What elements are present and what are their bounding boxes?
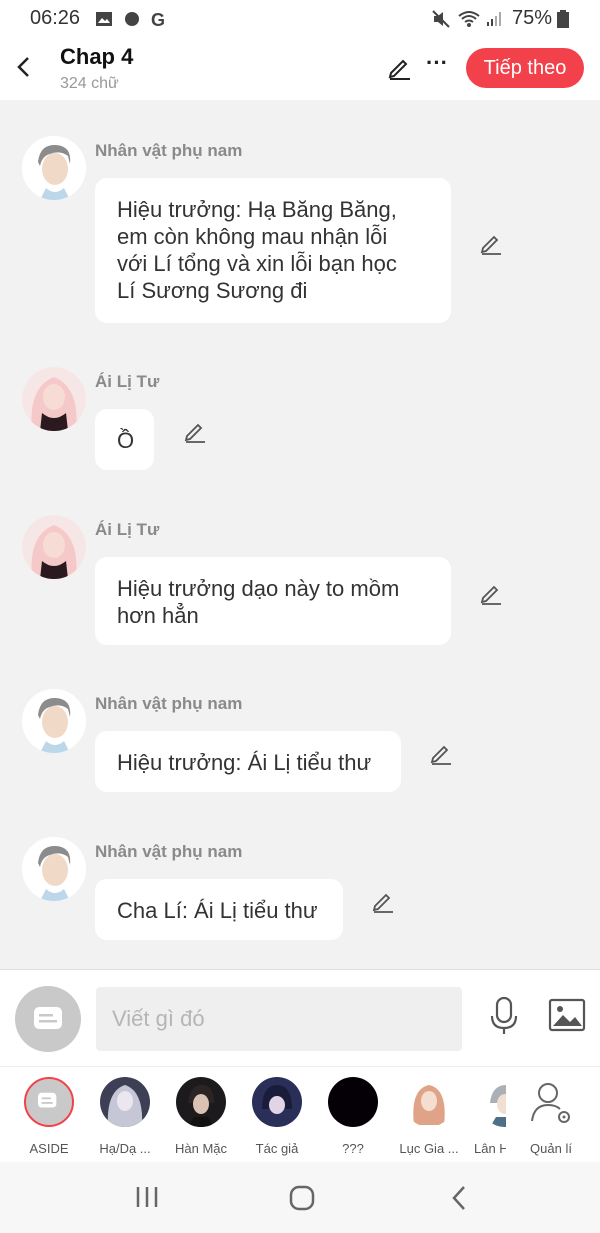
character-unknown[interactable]: ??? <box>322 1077 384 1156</box>
signal-icon <box>487 12 501 26</box>
character-label: Lục Gia ... <box>399 1141 459 1156</box>
chapter-title: Chap 4 <box>60 44 134 69</box>
edit-message-icon[interactable] <box>371 889 395 913</box>
manage-characters-icon <box>526 1077 576 1127</box>
recent-apps-icon[interactable] <box>134 1184 160 1210</box>
mute-icon <box>432 10 450 28</box>
message-input[interactable] <box>96 987 462 1051</box>
message-bubble[interactable]: Hiệu trưởng: Ái Lị tiểu thư <box>95 731 401 792</box>
character-label: Tác giả <box>255 1141 299 1156</box>
chapter-header: Chap 4 324 chữ ··· Tiếp theo <box>0 38 600 100</box>
message-bubble[interactable]: Cha Lí: Ái Lị tiểu thư <box>95 879 343 940</box>
gallery-notification-icon <box>96 12 112 26</box>
character-avatar <box>100 1077 150 1127</box>
character-selector: ASIDE Hạ/Dạ ... Hàn Mặc Tác giả ??? Lục … <box>0 1066 600 1162</box>
female-character-avatar[interactable] <box>22 367 86 431</box>
character-name: Nhân vật phụ nam <box>95 842 243 861</box>
edit-message-icon[interactable] <box>183 419 207 443</box>
male-character-avatar[interactable] <box>22 136 86 200</box>
character-avatar <box>252 1077 302 1127</box>
message-bubble[interactable]: Ồ <box>95 409 154 470</box>
next-chapter-button[interactable]: Tiếp theo <box>466 48 584 88</box>
edit-message-icon[interactable] <box>429 741 453 765</box>
battery-level: 75% <box>511 7 552 29</box>
character-avatar <box>480 1077 506 1127</box>
back-nav-icon[interactable] <box>448 1184 470 1212</box>
more-options-icon[interactable]: ··· <box>426 52 448 80</box>
svg-text:G: G <box>151 10 165 28</box>
character-luc-gia[interactable]: Lục Gia ... <box>398 1077 460 1156</box>
character-avatar <box>404 1077 454 1127</box>
character-name: Ái Lị Tư <box>95 372 160 391</box>
character-label: Hàn Mặc <box>174 1141 228 1156</box>
character-han-mac[interactable]: Hàn Mặc <box>170 1077 232 1156</box>
character-aside[interactable]: ASIDE <box>18 1077 80 1156</box>
microphone-icon[interactable] <box>488 996 520 1036</box>
system-nav-bar <box>0 1162 600 1233</box>
male-character-avatar[interactable] <box>22 689 86 753</box>
message-input-bar <box>0 970 600 1066</box>
aside-toggle-button[interactable] <box>15 986 81 1052</box>
character-label: Lân H <box>474 1141 506 1156</box>
edit-message-icon[interactable] <box>479 581 503 605</box>
character-lan-h[interactable]: Lân H <box>474 1077 506 1156</box>
character-avatar <box>328 1077 378 1127</box>
edit-message-icon[interactable] <box>479 231 503 255</box>
message-bubble[interactable]: Hiệu trưởng dạo này to mồm hơn hẳn <box>95 557 451 645</box>
image-upload-icon[interactable] <box>548 998 586 1032</box>
status-time: 06:26 <box>30 7 81 29</box>
edit-chapter-icon[interactable] <box>386 54 412 80</box>
character-label: ASIDE <box>29 1141 69 1156</box>
character-ha-da[interactable]: Hạ/Dạ ... <box>94 1077 156 1156</box>
word-count: 324 chữ <box>60 75 119 92</box>
message-notification-icon <box>125 12 139 26</box>
character-name: Nhân vật phụ nam <box>95 694 243 713</box>
aside-avatar <box>24 1077 74 1127</box>
wifi-icon <box>458 11 480 27</box>
character-name: Ái Lị Tư <box>95 520 160 539</box>
character-label: Hạ/Dạ ... <box>99 1141 151 1156</box>
character-label: Quản lí <box>530 1141 572 1156</box>
character-avatar <box>176 1077 226 1127</box>
character-manager[interactable]: Quản lí <box>520 1077 582 1156</box>
home-icon[interactable] <box>288 1184 316 1212</box>
character-tac-gia[interactable]: Tác giả <box>246 1077 308 1156</box>
female-character-avatar[interactable] <box>22 515 86 579</box>
google-notification-icon: G <box>151 10 165 28</box>
status-bar: 06:26 G 75% <box>0 0 600 38</box>
battery-icon <box>557 10 569 28</box>
chat-bubble-icon <box>34 1007 62 1029</box>
back-arrow-icon[interactable] <box>12 52 36 82</box>
message-bubble[interactable]: Hiệu trưởng: Hạ Băng Băng, em còn không … <box>95 178 451 323</box>
male-character-avatar[interactable] <box>22 837 86 901</box>
character-label: ??? <box>342 1141 364 1156</box>
character-name: Nhân vật phụ nam <box>95 141 243 160</box>
